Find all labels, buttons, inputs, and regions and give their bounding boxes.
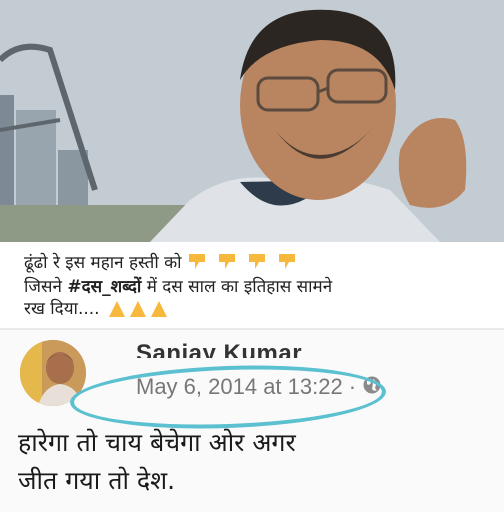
post-body-line-1: हारेगा तो चाय बेचेगा ओर अगर [18, 428, 296, 457]
caption-line-2: जिसने #दस_शब्दों में दस साल का इतिहास सा… [24, 276, 484, 298]
pointing-down-emoji-row [187, 250, 305, 276]
caption-line-3-text: रख दिया.... [24, 299, 100, 319]
caption-line-2-suffix: में दस साल का इतिहास सामने [146, 277, 333, 297]
post-body: हारेगा तो चाय बेचेगा ओर अगर जीत गया तो द… [18, 424, 488, 500]
caption-line-1-text: ढूंढो रे इस महान हस्ती को [24, 253, 182, 273]
post-caption: ढूंढो रे इस महान हस्ती को जिसने #दस_शब्द… [0, 242, 504, 328]
bottom-margin [0, 512, 504, 520]
caption-line-1: ढूंढो रे इस महान हस्ती को [24, 250, 484, 276]
caption-line-2-prefix: जिसने [24, 277, 62, 297]
post-body-line-2: जीत गया तो देश. [18, 466, 176, 495]
hashtag-link[interactable]: #दस_शब्दों [67, 277, 141, 297]
pointing-hand-icon [189, 254, 295, 269]
caption-line-3: रख दिया.... [24, 298, 484, 320]
photo-illustration [0, 0, 504, 242]
header-photo [0, 0, 504, 242]
highlight-ring [69, 360, 387, 434]
folded-hands-icon [108, 301, 167, 317]
facebook-post-screenshot: Sanjay Kumar May 6, 2014 at 13:22 · हारेग… [0, 330, 504, 520]
post-author-name[interactable]: Sanjay Kumar [136, 334, 302, 358]
